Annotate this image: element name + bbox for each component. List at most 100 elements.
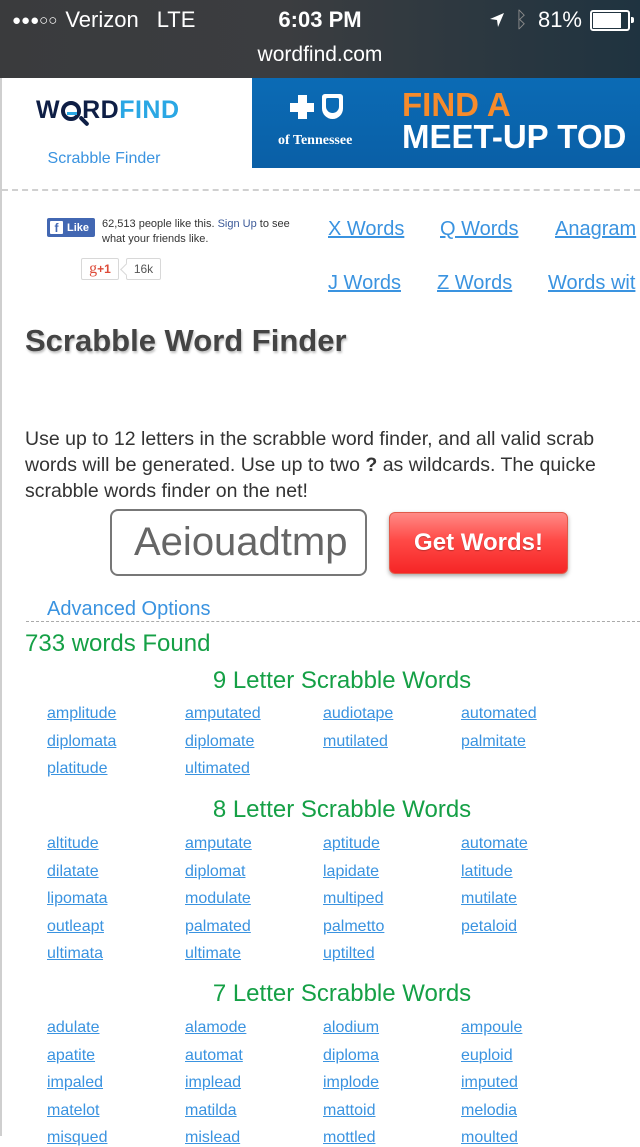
word-link[interactable]: modulate xyxy=(185,890,251,908)
nav-link-anagram[interactable]: Anagram xyxy=(555,218,636,241)
blue-cross-icon xyxy=(290,95,314,119)
signal-strength-icon: ●●●○○ xyxy=(12,11,58,29)
word-link[interactable]: amputated xyxy=(185,705,261,723)
section-title: 8 Letter Scrabble Words xyxy=(212,796,472,823)
facebook-like-count: 62,513 people like this. xyxy=(102,218,215,230)
magnifier-icon xyxy=(61,101,82,121)
facebook-signup-link[interactable]: Sign Up xyxy=(218,218,257,230)
page-title: Scrabble Word Finder xyxy=(25,323,347,358)
word-link[interactable]: ampoule xyxy=(461,1019,522,1037)
word-link[interactable]: implead xyxy=(185,1074,241,1092)
word-link[interactable]: automat xyxy=(185,1047,243,1065)
word-link[interactable]: imputed xyxy=(461,1074,518,1092)
facebook-like-label: Like xyxy=(67,221,90,234)
bluetooth-icon: ᛒ xyxy=(514,7,528,32)
word-link[interactable]: alodium xyxy=(323,1019,379,1037)
battery-level xyxy=(593,12,621,28)
word-link[interactable]: altitude xyxy=(47,835,99,853)
word-link[interactable]: diplomat xyxy=(185,863,245,881)
ad-sponsor: of Tennessee xyxy=(278,133,353,148)
nav-link-z-words[interactable]: Z Words xyxy=(437,272,512,295)
location-arrow-icon xyxy=(489,13,504,27)
word-link[interactable]: misqued xyxy=(47,1129,107,1147)
word-link[interactable]: alamode xyxy=(185,1019,246,1037)
word-link[interactable]: lapidate xyxy=(323,863,379,881)
status-icons: ᛒ 81% xyxy=(489,7,634,33)
word-link[interactable]: mutilate xyxy=(461,890,517,908)
word-link[interactable]: outleapt xyxy=(47,918,104,936)
description-line-2: words will be generated. Use up to two ?… xyxy=(25,452,640,478)
word-link[interactable]: platitude xyxy=(47,760,108,778)
carrier-name: Verizon xyxy=(65,7,139,32)
letters-input[interactable] xyxy=(110,509,367,576)
google-plus-button[interactable]: g +1 xyxy=(81,258,119,280)
description-text: words will be generated. Use up to two xyxy=(25,454,360,476)
word-link[interactable]: latitude xyxy=(461,863,513,881)
nav-link-x-words[interactable]: X Words xyxy=(328,218,404,241)
word-link[interactable]: multiped xyxy=(323,890,383,908)
get-words-button[interactable]: Get Words! xyxy=(389,512,568,574)
word-link[interactable]: impaled xyxy=(47,1074,103,1092)
word-link[interactable]: matelot xyxy=(47,1102,99,1120)
battery-tip xyxy=(631,16,634,23)
advanced-options-link[interactable]: Advanced Options xyxy=(47,598,210,621)
word-link[interactable]: uptilted xyxy=(323,945,375,963)
word-link[interactable]: audiotape xyxy=(323,705,393,723)
network-type: LTE xyxy=(156,7,196,32)
header-divider xyxy=(2,189,640,191)
description-line-3: scrabble words finder on the net! xyxy=(25,480,308,502)
word-link[interactable]: palmitate xyxy=(461,733,526,751)
word-link[interactable]: diplomate xyxy=(185,733,254,751)
address-bar[interactable]: wordfind.com xyxy=(0,43,640,67)
logo-text-w: W xyxy=(36,96,61,124)
word-link[interactable]: mutilated xyxy=(323,733,388,751)
ad-banner[interactable]: of Tennessee FIND A MEET-UP TOD xyxy=(252,78,640,168)
section-title: 7 Letter Scrabble Words xyxy=(212,980,472,1007)
facebook-like-text: 62,513 people like this. Sign Up to see … xyxy=(102,217,292,247)
word-link[interactable]: melodia xyxy=(461,1102,517,1120)
google-plus-label: +1 xyxy=(97,262,111,276)
carrier-info: ●●●○○ Verizon LTE xyxy=(12,7,195,33)
site-tagline[interactable]: Scrabble Finder xyxy=(2,150,206,168)
word-link[interactable]: mattoid xyxy=(323,1102,375,1120)
wordfind-logo[interactable]: W RDFIND xyxy=(36,96,180,125)
word-link[interactable]: mottled xyxy=(323,1129,375,1147)
word-link[interactable]: mislead xyxy=(185,1129,240,1147)
word-link[interactable]: amputate xyxy=(185,835,252,853)
word-link[interactable]: palmetto xyxy=(323,918,384,936)
word-link[interactable]: apatite xyxy=(47,1047,95,1065)
facebook-icon: f xyxy=(50,221,63,234)
word-link[interactable]: palmated xyxy=(185,918,251,936)
blue-shield-icon xyxy=(322,94,343,119)
word-link[interactable]: ultimata xyxy=(47,945,103,963)
nav-link-q-words[interactable]: Q Words xyxy=(440,218,519,241)
facebook-like-button[interactable]: f Like xyxy=(47,218,95,237)
word-link[interactable]: euploid xyxy=(461,1047,513,1065)
battery-icon xyxy=(590,9,634,31)
word-link[interactable]: petaloid xyxy=(461,918,517,936)
google-plus-count: 16k xyxy=(126,258,161,280)
nav-link-j-words[interactable]: J Words xyxy=(328,272,401,295)
word-link[interactable]: lipomata xyxy=(47,890,107,908)
word-link[interactable]: aptitude xyxy=(323,835,380,853)
word-link[interactable]: amplitude xyxy=(47,705,116,723)
status-bar: ●●●○○ Verizon LTE 6:03 PM ᛒ 81% wordfind… xyxy=(0,0,640,78)
description-text: as wildcards. The quicke xyxy=(382,454,596,476)
word-link[interactable]: dilatate xyxy=(47,863,99,881)
words-found-count: 733 words Found xyxy=(25,630,211,657)
word-link[interactable]: ultimate xyxy=(185,945,241,963)
word-link[interactable]: matilda xyxy=(185,1102,237,1120)
word-link[interactable]: moulted xyxy=(461,1129,518,1147)
word-link[interactable]: implode xyxy=(323,1074,379,1092)
word-link[interactable]: automate xyxy=(461,835,528,853)
page-left-border xyxy=(0,78,2,1136)
word-link[interactable]: ultimated xyxy=(185,760,250,778)
battery-percent: 81% xyxy=(537,7,582,32)
ad-headline-2: MEET-UP TOD xyxy=(402,118,627,155)
word-link[interactable]: automated xyxy=(461,705,537,723)
word-link[interactable]: diplomata xyxy=(47,733,116,751)
word-link[interactable]: adulate xyxy=(47,1019,100,1037)
nav-link-words-with[interactable]: Words wit xyxy=(548,272,635,295)
logo-text-rd: RD xyxy=(82,96,120,124)
word-link[interactable]: diploma xyxy=(323,1047,379,1065)
